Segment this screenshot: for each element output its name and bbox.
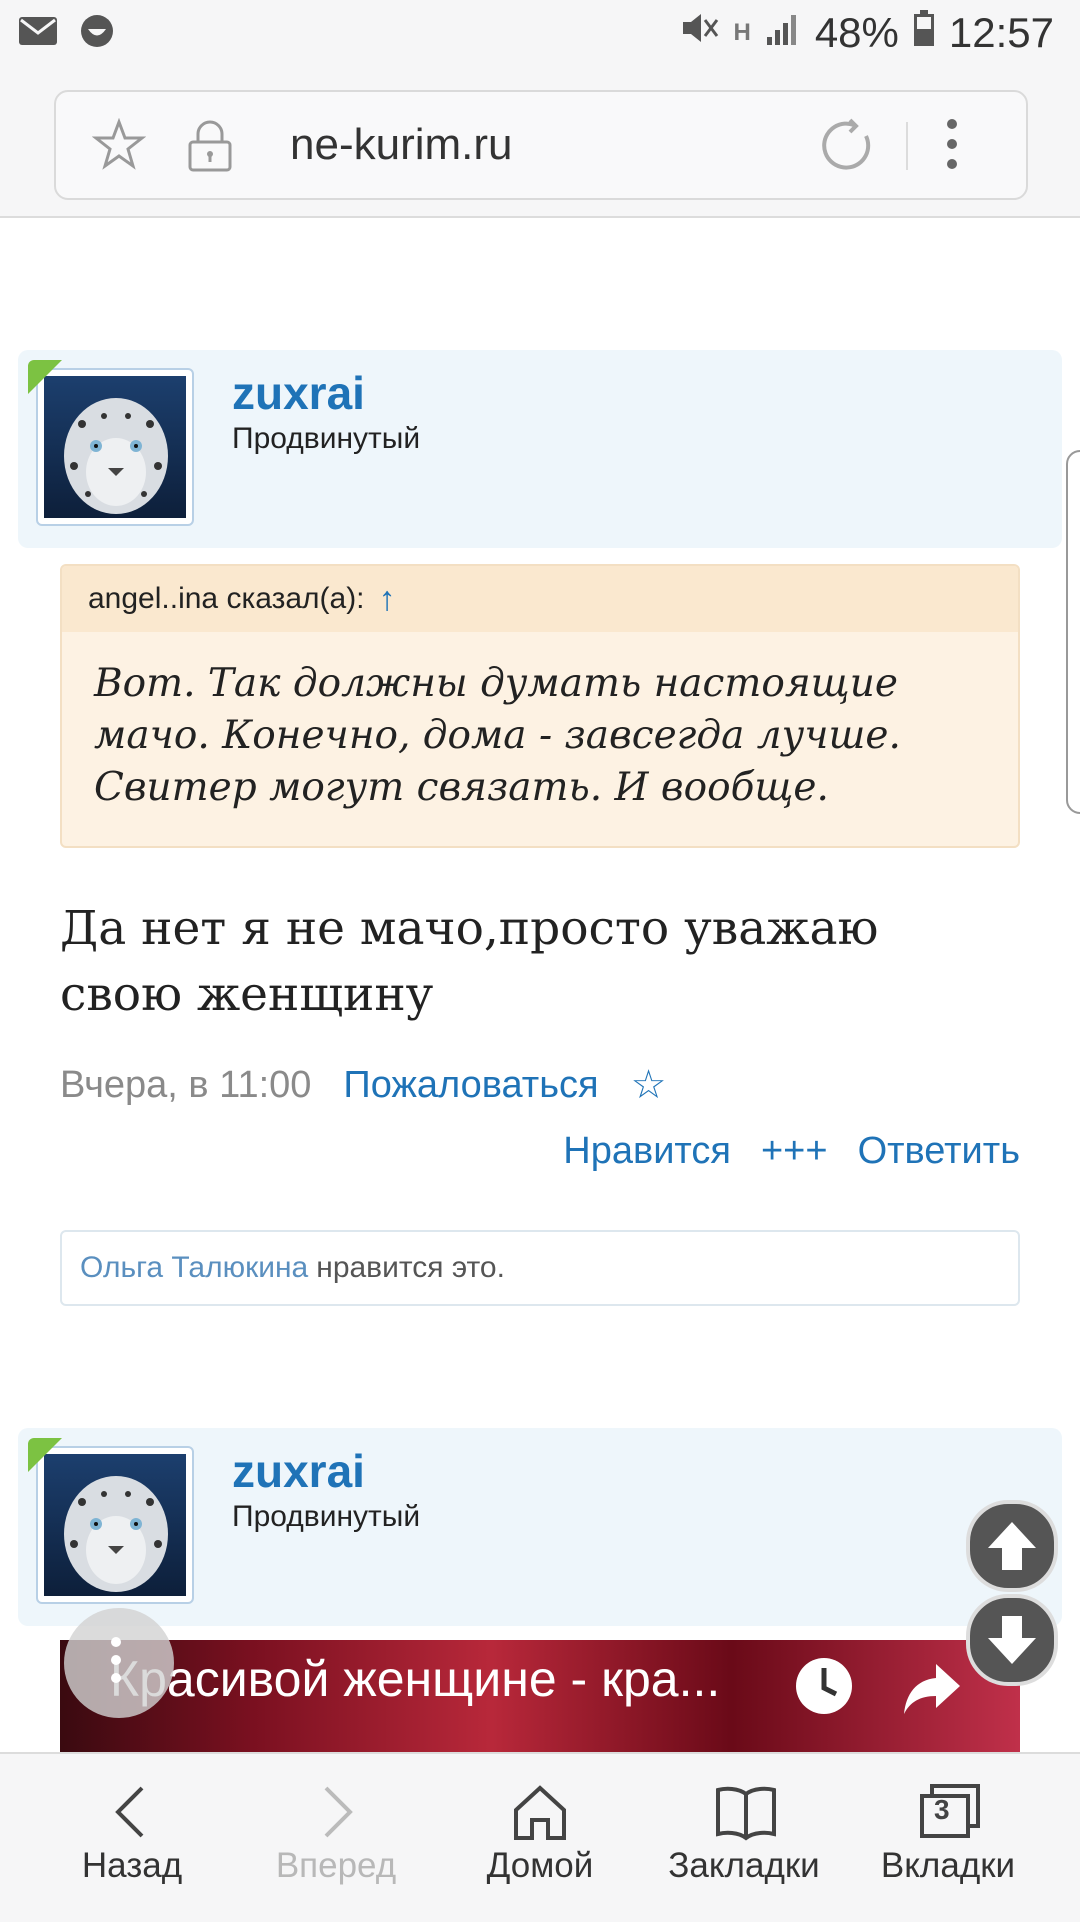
battery-percent: 48% [814, 9, 899, 56]
snow-leopard-avatar-image [44, 376, 186, 518]
share-icon[interactable] [900, 1658, 964, 1723]
video-embed[interactable]: Красивой женщине - кра... [60, 1640, 1020, 1752]
post-date[interactable]: Вчера, в 11:00 [60, 1064, 311, 1107]
star-icon[interactable]: ☆ [631, 1062, 667, 1108]
jump-to-quote-arrow-icon[interactable]: ↑ [379, 580, 396, 619]
post-message: Да нет я не мачо,просто уважаю свою женщ… [60, 896, 1020, 1028]
signal-icon [765, 9, 801, 57]
reload-icon[interactable] [820, 118, 876, 179]
bookmark-star-icon[interactable] [91, 117, 147, 177]
home-icon [514, 1785, 566, 1840]
quote-block: angel..ina сказал(а): ↑ Вот. Так должны … [60, 564, 1020, 848]
more-options-icon[interactable] [942, 114, 962, 179]
video-more-options-button[interactable] [64, 1608, 174, 1718]
browser-toolbar: ne-kurim.ru [0, 76, 1080, 218]
nav-bookmarks-label: Закладки [668, 1846, 820, 1885]
url-text[interactable]: ne-kurim.ru [290, 120, 513, 170]
nav-home-label: Домой [486, 1846, 594, 1885]
toolbar-divider [906, 122, 908, 170]
quote-author: angel..ina сказал(а): [88, 582, 365, 615]
quote-line: Свитер могут связать. И вообще. [94, 765, 829, 810]
clock: 12:57 [948, 9, 1054, 56]
watch-later-icon[interactable] [792, 1654, 856, 1723]
username[interactable]: zuxrai [232, 1444, 365, 1498]
like-link[interactable]: Нравится [563, 1130, 731, 1173]
mail-notification-icon [18, 16, 58, 51]
forward-arrow-icon [324, 1786, 353, 1838]
post-actions: Нравится +++ Ответить [563, 1130, 1020, 1173]
quote-header: angel..ina сказал(а): ↑ [62, 566, 1018, 632]
battery-icon [913, 9, 935, 57]
quote-text: Вот. Так должны думать настоящие мачо. К… [62, 632, 1018, 814]
tabs-count-badge: 3 [934, 1794, 950, 1825]
tabs-icon [920, 1784, 980, 1838]
message-line: свою женщину [60, 967, 434, 1022]
quote-line: Вот. Так должны думать настоящие [94, 661, 898, 706]
plus-link[interactable]: +++ [761, 1130, 828, 1173]
username[interactable]: zuxrai [232, 366, 365, 420]
user-rank: Продвинутый [232, 422, 421, 455]
post-author-header: zuxrai Продвинутый [18, 1428, 1062, 1626]
status-bar: H 48% 12:57 [0, 0, 1080, 76]
vertical-dots-icon [111, 1637, 121, 1683]
post-meta: Вчера, в 11:00 Пожаловаться ☆ [60, 1062, 666, 1108]
address-bar[interactable]: ne-kurim.ru [54, 90, 1028, 200]
back-arrow-icon [115, 1786, 144, 1838]
quote-line: мачо. Конечно, дома - завсегда лучше. [94, 713, 901, 758]
mute-icon [679, 8, 719, 58]
liker-name[interactable]: Ольга Талюкина [80, 1251, 308, 1285]
likes-summary: Ольга Талюкина нравится это. [60, 1230, 1020, 1306]
edge-panel-handle[interactable] [1066, 450, 1080, 814]
arrow-down-icon [988, 1616, 1036, 1664]
nav-forward-label: Вперед [275, 1846, 397, 1885]
lock-icon [186, 118, 234, 177]
message-line: Да нет я не мачо,просто уважаю [60, 901, 879, 956]
nav-tabs-label: Вкладки [880, 1846, 1016, 1885]
post-author-header: zuxrai Продвинутый [18, 350, 1062, 548]
scroll-to-top-button[interactable] [966, 1500, 1058, 1592]
smiley-notification-icon [80, 14, 114, 53]
reply-link[interactable]: Ответить [858, 1130, 1020, 1173]
user-rank: Продвинутый [232, 1500, 421, 1533]
bookmarks-icon [716, 1786, 776, 1841]
video-title[interactable]: Красивой женщине - кра... [110, 1650, 720, 1708]
online-indicator [28, 360, 62, 394]
online-indicator [28, 1438, 62, 1472]
bottom-navigation: Назад Вперед Домой Закладки 3 Вкладки [0, 1752, 1080, 1922]
report-link[interactable]: Пожаловаться [343, 1064, 598, 1107]
arrow-up-icon [988, 1522, 1036, 1570]
network-type-label: H [733, 19, 751, 46]
scroll-to-bottom-button[interactable] [966, 1594, 1058, 1686]
likes-text: нравится это. [316, 1251, 505, 1284]
snow-leopard-avatar-image [44, 1454, 186, 1596]
nav-back-label: Назад [81, 1846, 183, 1885]
